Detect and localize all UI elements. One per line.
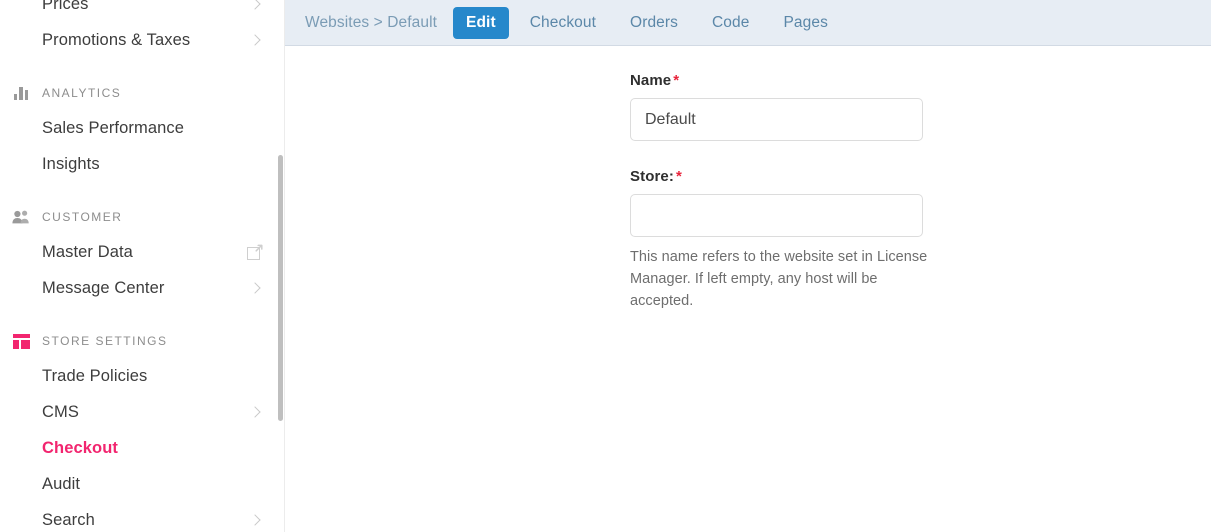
store-label-text: Store:: [630, 168, 674, 185]
sidebar: Prices Promotions & Taxes ANALYTICS Sale…: [0, 0, 285, 532]
sidebar-item-label: Audit: [42, 474, 81, 493]
main-content: Websites > Default Edit Checkout Orders …: [285, 0, 1211, 532]
bar-chart-icon: [11, 83, 31, 103]
sidebar-item-prices[interactable]: Prices: [0, 0, 285, 22]
field-spacer: [630, 143, 1211, 168]
sidebar-item-message-center[interactable]: Message Center: [0, 270, 285, 306]
sidebar-group-label: STORE SETTINGS: [42, 334, 168, 348]
sidebar-item-sales-performance[interactable]: Sales Performance: [0, 110, 285, 146]
external-link-arrow-icon: [255, 244, 263, 252]
store-field-label: Store: *: [630, 168, 1211, 185]
chevron-right-icon: [249, 406, 261, 418]
top-navigation-bar: Websites > Default Edit Checkout Orders …: [285, 0, 1211, 46]
chevron-right-icon: [249, 282, 261, 294]
sidebar-group-analytics: ANALYTICS: [0, 76, 285, 110]
required-marker: *: [675, 168, 682, 185]
sidebar-group-label: CUSTOMER: [42, 210, 123, 224]
sidebar-group-store-settings: STORE SETTINGS: [0, 324, 285, 358]
sidebar-scrollbar-thumb[interactable]: [278, 155, 283, 421]
sidebar-item-label: Prices: [42, 0, 89, 13]
sidebar-item-promotions-and-taxes[interactable]: Promotions & Taxes: [0, 22, 285, 58]
sidebar-item-label: Insights: [42, 154, 100, 173]
chevron-right-icon: [249, 514, 261, 526]
field-name: Name *: [630, 72, 1211, 141]
sidebar-item-checkout[interactable]: Checkout: [0, 430, 285, 466]
sidebar-scroll-content: Prices Promotions & Taxes ANALYTICS Sale…: [0, 0, 285, 532]
sidebar-item-label: Master Data: [42, 242, 133, 261]
sidebar-item-label: Sales Performance: [42, 118, 185, 137]
sidebar-item-label: Trade Policies: [42, 366, 148, 385]
sidebar-item-search[interactable]: Search: [0, 502, 285, 532]
name-input[interactable]: [630, 98, 923, 141]
tab-pages[interactable]: Pages: [770, 7, 840, 39]
chevron-right-icon: [249, 34, 261, 46]
required-marker: *: [673, 72, 680, 89]
tab-checkout[interactable]: Checkout: [517, 7, 609, 39]
sidebar-group-label: ANALYTICS: [42, 86, 122, 100]
store-input[interactable]: [630, 194, 923, 237]
layout-grid-icon: [11, 331, 31, 351]
sidebar-item-audit[interactable]: Audit: [0, 466, 285, 502]
field-store: Store: * This name refers to the website …: [630, 168, 1211, 312]
sidebar-item-label: Checkout: [42, 438, 118, 457]
app-root: Prices Promotions & Taxes ANALYTICS Sale…: [0, 0, 1211, 532]
chevron-right-icon: [249, 0, 261, 10]
tab-code[interactable]: Code: [699, 7, 762, 39]
sidebar-item-cms[interactable]: CMS: [0, 394, 285, 430]
store-help-text: This name refers to the website set in L…: [630, 249, 928, 310]
sidebar-scrollbar[interactable]: [278, 0, 283, 532]
people-icon-svg: [12, 210, 29, 224]
sidebar-group-customer: CUSTOMER: [0, 200, 285, 234]
external-link-icon: [247, 244, 263, 260]
name-field-label: Name *: [630, 72, 1211, 89]
breadcrumb[interactable]: Websites > Default: [305, 14, 437, 32]
sidebar-item-label: CMS: [42, 402, 79, 421]
tab-edit[interactable]: Edit: [453, 6, 509, 39]
sidebar-item-trade-policies[interactable]: Trade Policies: [0, 358, 285, 394]
name-label-text: Name: [630, 72, 672, 89]
edit-form: Name* Store:* This name refers to the we…: [285, 46, 1211, 312]
tab-orders[interactable]: Orders: [617, 7, 691, 39]
sidebar-item-label: Message Center: [42, 278, 165, 297]
people-icon: [11, 207, 31, 227]
sidebar-item-label: Search: [42, 510, 95, 529]
sidebar-item-label: Promotions & Taxes: [42, 30, 191, 49]
sidebar-item-insights[interactable]: Insights: [0, 146, 285, 182]
sidebar-item-master-data[interactable]: Master Data: [0, 234, 285, 270]
